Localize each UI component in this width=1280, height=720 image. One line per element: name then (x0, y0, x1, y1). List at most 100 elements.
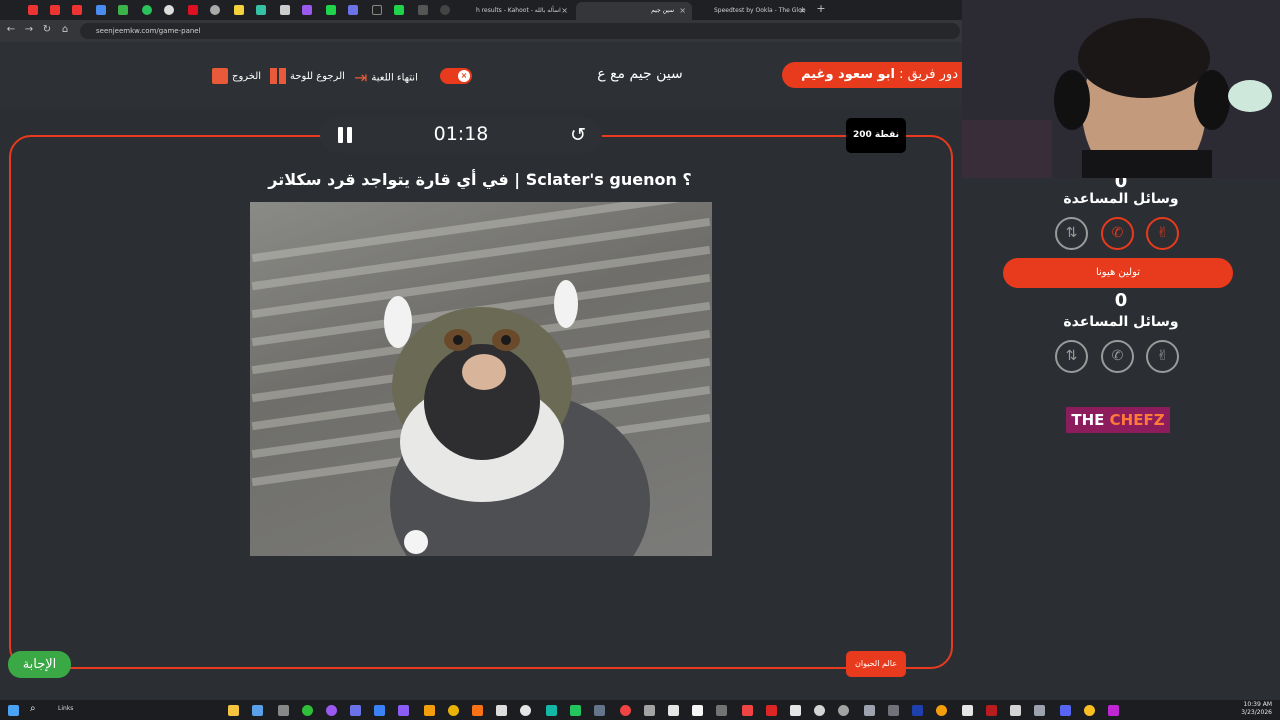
swap-icon: ⇅ (1065, 225, 1078, 241)
back-to-board-button[interactable]: الرجوع للوحة (270, 68, 345, 84)
taskbar-app-icon[interactable] (790, 705, 801, 716)
taskbar-app-icon[interactable] (570, 705, 581, 716)
chrome-icon[interactable] (164, 5, 174, 15)
taskbar-app-icon[interactable] (1034, 705, 1045, 716)
tiktok-icon[interactable] (372, 5, 382, 15)
phone-icon: ✆ (1111, 348, 1124, 364)
taskbar-app-icon[interactable] (864, 705, 875, 716)
end-game-toggle[interactable]: × (440, 68, 472, 84)
clock-time: 10:39 AM (1243, 701, 1272, 708)
bookmark-icon[interactable] (280, 5, 290, 15)
taskbar-app-icon[interactable] (962, 705, 973, 716)
taskbar-app-icon[interactable] (398, 705, 409, 716)
grid-icon (270, 68, 286, 84)
taskbar-app-icon[interactable] (350, 705, 361, 716)
bookmark-icon[interactable] (302, 5, 312, 15)
taskbar-app-icon[interactable] (986, 705, 997, 716)
bookmark-icon[interactable] (256, 5, 266, 15)
taskbar-app-icon[interactable] (742, 705, 753, 716)
taskbar-app-icon[interactable] (496, 705, 507, 716)
taskbar-app-icon[interactable] (424, 705, 435, 716)
taskbar-app-icon[interactable] (814, 705, 825, 716)
taskbar-app-icon[interactable] (838, 705, 849, 716)
tab-kahoot[interactable]: h results - Kahoot - اسأله بالله × (456, 2, 574, 20)
new-tab-icon[interactable]: + (814, 2, 828, 15)
search-icon[interactable]: ⌕ (30, 703, 36, 714)
taskbar-app-icon[interactable] (546, 705, 557, 716)
bookmark-icon[interactable] (96, 5, 106, 15)
reload-icon[interactable]: ↻ (40, 24, 54, 35)
team-1-lifeline-call[interactable]: ✆ (1101, 217, 1134, 250)
sponsor-logo: THE CHEFZ (1066, 407, 1170, 433)
tab-title: سين جيم (651, 7, 674, 14)
team-1-lifeline-swap[interactable]: ⇅ (1055, 217, 1088, 250)
taskbar-app-icon[interactable] (766, 705, 777, 716)
taskbar-app-icon[interactable] (278, 705, 289, 716)
show-answer-button[interactable]: الإجابة (8, 651, 71, 678)
chrome-icon[interactable] (1084, 705, 1095, 716)
taskbar-app-icon[interactable] (692, 705, 703, 716)
bookmark-icon[interactable] (188, 5, 198, 15)
taskbar-app-icon[interactable] (1108, 705, 1119, 716)
taskbar-app-icon[interactable] (374, 705, 385, 716)
taskbar-app-icon[interactable] (716, 705, 727, 716)
taskbar-app-icon[interactable] (1010, 705, 1021, 716)
taskbar-app-icon[interactable] (936, 705, 947, 716)
taskbar-app-icon[interactable] (644, 705, 655, 716)
url-field[interactable]: seenjeemkw.com/game-panel (80, 23, 960, 39)
team-2-lifeline-call[interactable]: ✆ (1101, 340, 1134, 373)
close-icon[interactable]: × (679, 2, 686, 20)
bookmark-icon[interactable] (394, 5, 404, 15)
close-icon: × (458, 70, 470, 82)
countdown-timer: 01:18 (433, 123, 489, 145)
game-title: سين جيم مع ع (597, 66, 683, 82)
taskbar-search-label[interactable]: Links (58, 705, 73, 712)
whatsapp-icon[interactable] (142, 5, 152, 15)
turn-indicator: دور فريق : ابو سعود وغيم (782, 62, 962, 88)
clock-date: 3/23/2026 (1241, 709, 1272, 716)
taskbar-app-icon[interactable] (620, 705, 631, 716)
close-icon[interactable]: × (561, 2, 568, 20)
taskbar-app-icon[interactable] (326, 705, 337, 716)
team-2-lifeline-swap[interactable]: ⇅ (1055, 340, 1088, 373)
bookmark-icon[interactable] (348, 5, 358, 15)
category-label: عالم الحيوان (846, 651, 906, 677)
points-badge: 200 نقطة (846, 118, 906, 153)
discord-icon[interactable] (1060, 705, 1071, 716)
taskbar-app-icon[interactable] (252, 705, 263, 716)
file-explorer-icon[interactable] (228, 705, 239, 716)
team-2-lifeline-hand[interactable]: ✌ (1146, 340, 1179, 373)
taskbar-app-icon[interactable] (594, 705, 605, 716)
steam-icon[interactable] (912, 705, 923, 716)
taskbar-app-icon[interactable] (888, 705, 899, 716)
home-icon[interactable]: ⌂ (58, 24, 72, 35)
forward-arrow-icon[interactable]: → (22, 24, 36, 35)
team-1-lifeline-hand[interactable]: ✌ (1146, 217, 1179, 250)
reset-timer-icon[interactable]: ↺ (570, 124, 586, 146)
tab-speedtest[interactable]: Speedtest by Ookla - The Glob × (694, 2, 812, 20)
bookmark-icon[interactable] (210, 5, 220, 15)
tab-seenjeem[interactable]: سين جيم × (576, 2, 692, 20)
xbox-icon[interactable] (302, 705, 313, 716)
youtube-icon[interactable] (28, 5, 38, 15)
team-2-score: 0 (1114, 290, 1128, 311)
taskbar-app-icon[interactable] (448, 705, 459, 716)
back-arrow-icon[interactable]: ← (4, 24, 18, 35)
taskbar-app-icon[interactable] (472, 705, 483, 716)
system-clock[interactable]: 10:39 AM 3/23/2026 (1241, 701, 1272, 717)
taskbar-app-icon[interactable] (520, 705, 531, 716)
youtube-icon[interactable] (72, 5, 82, 15)
exit-button[interactable]: الخروج (212, 68, 261, 84)
bookmark-icon[interactable] (418, 5, 428, 15)
bookmark-icon[interactable] (234, 5, 244, 15)
download-icon[interactable] (118, 5, 128, 15)
windows-start-icon[interactable] (8, 705, 19, 716)
end-game-button[interactable]: ⇥ انتهاء اللعبة (354, 68, 418, 87)
monkey-illustration (384, 280, 650, 556)
close-icon[interactable]: × (799, 2, 806, 20)
timer-bar: 01:18 ↺ (320, 117, 602, 153)
taskbar-app-icon[interactable] (668, 705, 679, 716)
bookmark-icon[interactable] (440, 5, 450, 15)
youtube-icon[interactable] (50, 5, 60, 15)
bookmark-icon[interactable] (326, 5, 336, 15)
